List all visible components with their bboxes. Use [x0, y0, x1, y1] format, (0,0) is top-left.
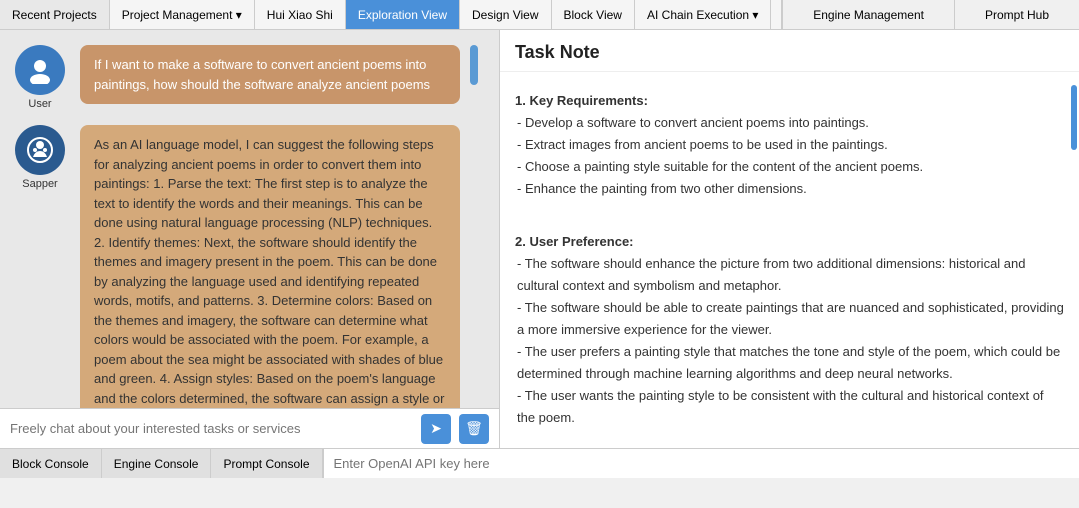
delete-button[interactable]: 🗑: [459, 414, 489, 444]
user-message-row: User If I want to make a software to con…: [10, 45, 489, 110]
tab-prompt-hub[interactable]: Prompt Hub: [954, 0, 1079, 29]
tab-design-view[interactable]: Design View: [460, 0, 551, 29]
sapper-label: Sapper: [22, 178, 57, 190]
req-item-2: - Extract images from ancient poems to b…: [515, 134, 1064, 156]
section-title-1: 1. Key Requirements:: [515, 90, 1064, 112]
task-note-title: Task Note: [500, 30, 1079, 72]
api-key-input[interactable]: [323, 449, 1079, 478]
chat-messages: User If I want to make a software to con…: [0, 30, 499, 408]
send-icon: ➤: [430, 420, 442, 437]
pref-item-2: - The software should be able to create …: [515, 297, 1064, 341]
req-item-3: - Choose a painting style suitable for t…: [515, 156, 1064, 178]
prompt-console-tab[interactable]: Prompt Console: [211, 449, 322, 478]
req-item-1: - Develop a software to convert ancient …: [515, 112, 1064, 134]
block-console-tab[interactable]: Block Console: [0, 449, 102, 478]
right-scrollbar-thumb: [1071, 85, 1077, 150]
tab-recent-projects[interactable]: Recent Projects: [0, 0, 110, 29]
pref-item-4: - The user wants the painting style to b…: [515, 385, 1064, 429]
top-navigation: Recent Projects Project Management ▾ Hui…: [0, 0, 1079, 30]
req-item-4: - Enhance the painting from two other di…: [515, 178, 1064, 200]
pref-item-3: - The user prefers a painting style that…: [515, 341, 1064, 385]
chat-panel: User If I want to make a software to con…: [0, 30, 500, 448]
tab-engine-management[interactable]: Engine Management: [782, 0, 954, 29]
tab-ai-chain-execution[interactable]: AI Chain Execution ▾: [635, 0, 771, 29]
send-button[interactable]: ➤: [421, 414, 451, 444]
nav-right-tabs: Engine Management Prompt Hub: [781, 0, 1079, 29]
task-note-panel: Task Note 1. Key Requirements: - Develop…: [500, 30, 1079, 448]
user-avatar-block: User: [10, 45, 70, 110]
user-label: User: [28, 98, 51, 110]
nav-left-tabs: Recent Projects Project Management ▾ Hui…: [0, 0, 781, 29]
bottom-console-bar: Block Console Engine Console Prompt Cons…: [0, 448, 1079, 478]
user-message-bubble: If I want to make a software to convert …: [80, 45, 460, 104]
section-title-2: 2. User Preference:: [515, 231, 1064, 253]
tab-block-view[interactable]: Block View: [552, 0, 635, 29]
main-layout: User If I want to make a software to con…: [0, 30, 1079, 448]
sapper-avatar-block: Sapper: [10, 125, 70, 190]
scroll-indicator: [470, 45, 478, 85]
user-avatar: [15, 45, 65, 95]
chat-input[interactable]: [10, 421, 413, 436]
sapper-message-bubble: As an AI language model, I can suggest t…: [80, 125, 460, 408]
tab-exploration-view[interactable]: Exploration View: [346, 0, 460, 29]
sapper-avatar: [15, 125, 65, 175]
sapper-message-row: Sapper As an AI language model, I can su…: [10, 125, 489, 408]
pref-item-1: - The software should enhance the pictur…: [515, 253, 1064, 297]
tab-project-management[interactable]: Project Management ▾: [110, 0, 255, 29]
tab-hui-xiao-shi[interactable]: Hui Xiao Shi: [255, 0, 346, 29]
section-user-preference: 2. User Preference: - The software shoul…: [515, 231, 1064, 430]
section-key-requirements: 1. Key Requirements: - Develop a softwar…: [515, 90, 1064, 200]
engine-console-tab[interactable]: Engine Console: [102, 449, 212, 478]
task-note-content: 1. Key Requirements: - Develop a softwar…: [500, 72, 1079, 448]
trash-icon: 🗑: [465, 420, 483, 437]
chat-input-bar: ➤ 🗑: [0, 408, 499, 448]
